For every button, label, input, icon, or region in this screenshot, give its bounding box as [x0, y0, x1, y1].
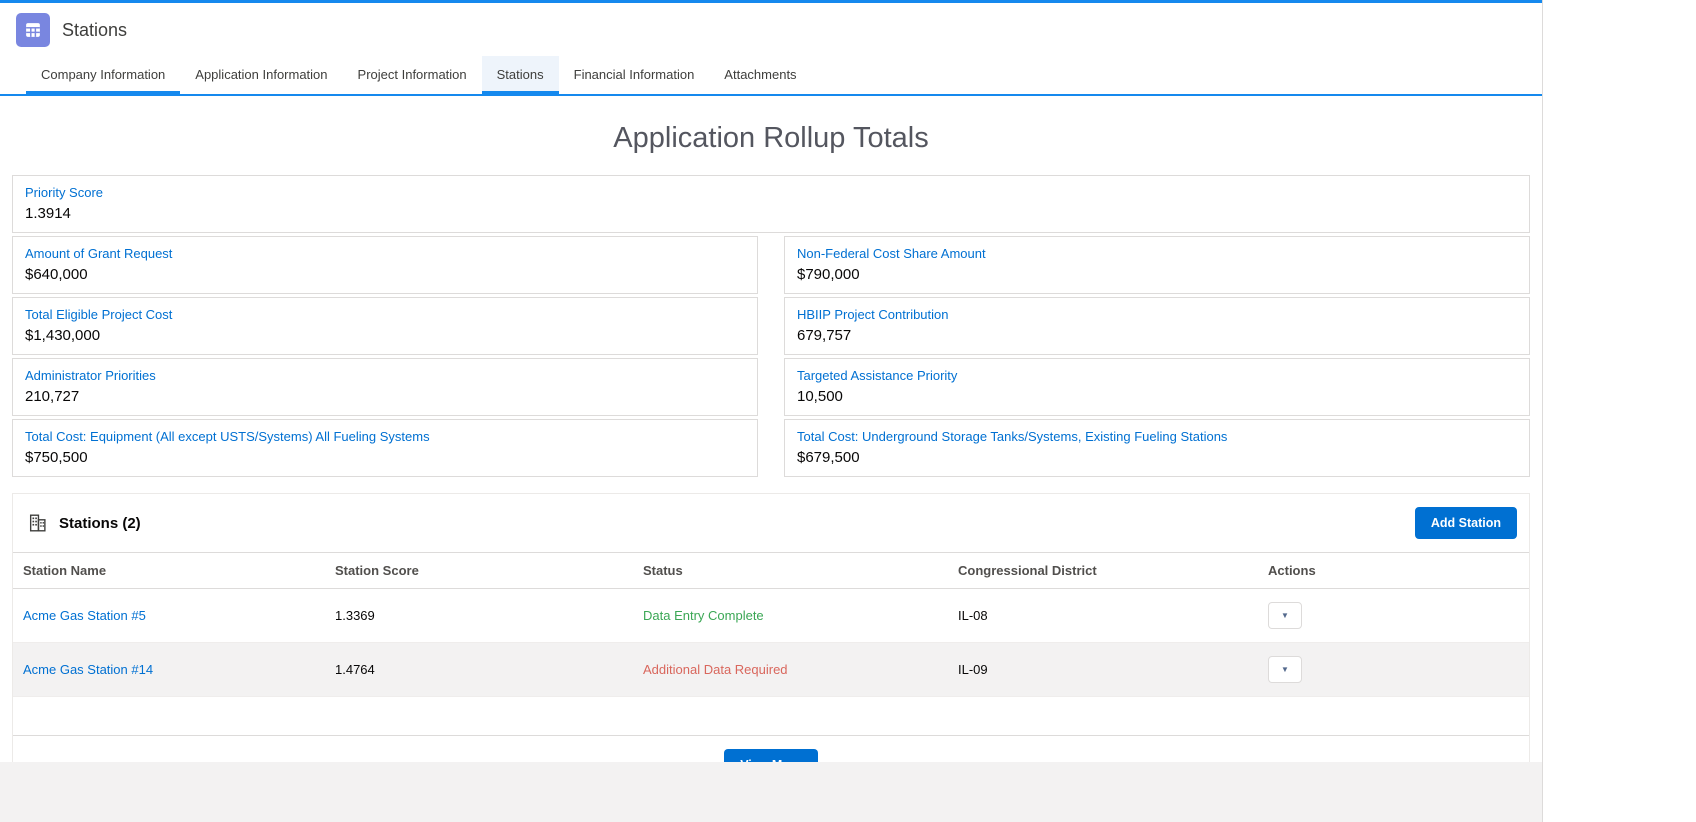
stations-object-icon	[16, 13, 50, 47]
column-header-station-name: Station Name	[13, 553, 325, 588]
field-value: 679,757	[797, 327, 1517, 344]
field-priority-score: Priority Score 1.3914	[12, 175, 1530, 233]
table-icon	[22, 19, 44, 41]
app-window: Stations Company Information Application…	[0, 0, 1543, 822]
table-empty-space	[13, 697, 1529, 736]
column-header-status: Status	[633, 553, 948, 588]
stations-section-header: Stations (2) Add Station	[13, 494, 1529, 552]
page-header: Stations	[0, 3, 1542, 56]
station-status: Data Entry Complete	[633, 595, 948, 636]
field-total-cost-equipment: Total Cost: Equipment (All except USTS/S…	[12, 419, 758, 477]
station-score: 1.3369	[325, 595, 633, 636]
row-actions-dropdown-button[interactable]: ▼	[1268, 602, 1302, 629]
field-total-eligible-project-cost: Total Eligible Project Cost $1,430,000	[12, 297, 758, 355]
table-row: Acme Gas Station #14 1.4764 Additional D…	[13, 643, 1529, 697]
field-value: 210,727	[25, 388, 745, 405]
column-header-congressional-district: Congressional District	[948, 553, 1258, 588]
field-label: Total Eligible Project Cost	[25, 307, 745, 322]
congressional-district: IL-08	[948, 595, 1258, 636]
field-value: $1,430,000	[25, 327, 745, 344]
tab-application-information[interactable]: Application Information	[180, 56, 342, 94]
tab-company-information[interactable]: Company Information	[26, 56, 180, 94]
tab-stations[interactable]: Stations	[482, 56, 559, 94]
station-name-link[interactable]: Acme Gas Station #14	[23, 662, 153, 677]
field-value: $790,000	[797, 266, 1517, 283]
page-header-title: Stations	[62, 20, 127, 41]
field-label: Administrator Priorities	[25, 368, 745, 383]
stations-section-title: Stations (2)	[59, 515, 141, 532]
field-label: Total Cost: Equipment (All except USTS/S…	[25, 429, 745, 444]
rollup-grid: Amount of Grant Request $640,000 Non-Fed…	[12, 236, 1530, 477]
field-administrator-priorities: Administrator Priorities 210,727	[12, 358, 758, 416]
tab-project-information[interactable]: Project Information	[343, 56, 482, 94]
field-value: 10,500	[797, 388, 1517, 405]
station-name-link[interactable]: Acme Gas Station #5	[23, 608, 146, 623]
stations-card: Stations (2) Add Station Station Name St…	[12, 493, 1530, 797]
field-targeted-assistance-priority: Targeted Assistance Priority 10,500	[784, 358, 1530, 416]
bottom-background-strip	[0, 762, 1542, 822]
station-status: Additional Data Required	[633, 649, 948, 690]
add-station-button[interactable]: Add Station	[1415, 507, 1517, 539]
chevron-down-icon: ▼	[1281, 665, 1289, 674]
field-hbiip-project-contribution: HBIIP Project Contribution 679,757	[784, 297, 1530, 355]
field-label: HBIIP Project Contribution	[797, 307, 1517, 322]
field-label: Targeted Assistance Priority	[797, 368, 1517, 383]
field-amount-of-grant-request: Amount of Grant Request $640,000	[12, 236, 758, 294]
field-value: $750,500	[25, 449, 745, 466]
column-header-station-score: Station Score	[325, 553, 633, 588]
field-value: 1.3914	[25, 205, 1517, 222]
congressional-district: IL-09	[948, 649, 1258, 690]
field-total-cost-usts: Total Cost: Underground Storage Tanks/Sy…	[784, 419, 1530, 477]
field-value: $640,000	[25, 266, 745, 283]
rollup-fields: Priority Score 1.3914 Amount of Grant Re…	[0, 175, 1542, 477]
field-label: Total Cost: Underground Storage Tanks/Sy…	[797, 429, 1517, 444]
page-title: Application Rollup Totals	[0, 122, 1542, 155]
column-header-actions: Actions	[1258, 553, 1529, 588]
field-non-federal-cost-share: Non-Federal Cost Share Amount $790,000	[784, 236, 1530, 294]
row-actions-dropdown-button[interactable]: ▼	[1268, 656, 1302, 683]
field-label: Amount of Grant Request	[25, 246, 745, 261]
tab-attachments[interactable]: Attachments	[709, 56, 811, 94]
tab-financial-information[interactable]: Financial Information	[559, 56, 710, 94]
field-label: Non-Federal Cost Share Amount	[797, 246, 1517, 261]
tab-bar: Company Information Application Informat…	[0, 56, 1542, 96]
station-score: 1.4764	[325, 649, 633, 690]
field-label: Priority Score	[25, 185, 1517, 200]
chevron-down-icon: ▼	[1281, 611, 1289, 620]
stations-table-header: Station Name Station Score Status Congre…	[13, 552, 1529, 589]
table-row: Acme Gas Station #5 1.3369 Data Entry Co…	[13, 589, 1529, 643]
buildings-icon	[27, 512, 49, 534]
field-value: $679,500	[797, 449, 1517, 466]
